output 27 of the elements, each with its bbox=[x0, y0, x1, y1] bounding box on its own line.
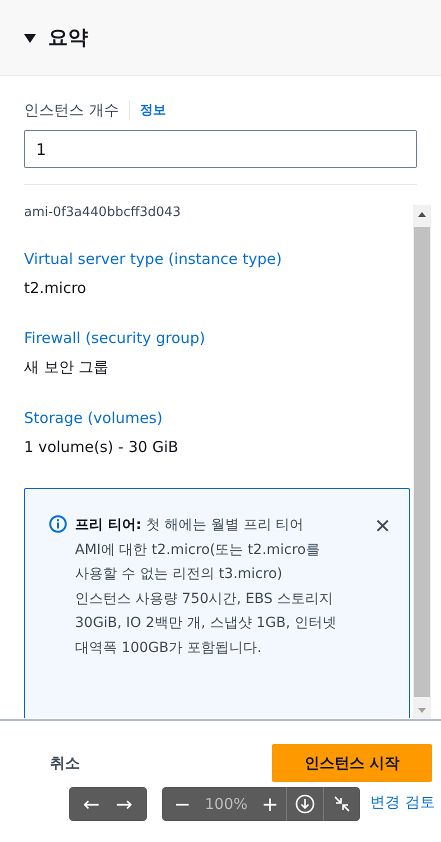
download-icon bbox=[295, 794, 316, 814]
scrollbar[interactable] bbox=[413, 205, 431, 719]
info-link[interactable]: 정보 bbox=[140, 101, 166, 119]
detail-value: t2.micro bbox=[24, 279, 88, 297]
scroll-up-icon[interactable] bbox=[418, 212, 426, 216]
cancel-button[interactable]: 취소 bbox=[44, 750, 86, 776]
detail-label: Virtual server type (instance type) bbox=[24, 250, 283, 268]
close-button[interactable]: ✕ bbox=[370, 513, 395, 539]
section-title: 요약 bbox=[48, 24, 88, 51]
free-tier-message: 프리 티어: 첫 해에는 월별 프리 티어 AMI에 대한 t2.micro(또는 t2.micro를 사용할 수 없는 리전의 t3.micro) 인스턴스 사용량 750시간, EBS 스토리지 30GiB, IO 2백만 개, 스냅샷 1GB, 인터넷 대역폭 100GB가 포함됩니다. bbox=[75, 516, 337, 658]
info-icon bbox=[49, 515, 67, 533]
zoom-level: 100% bbox=[204, 795, 249, 813]
instance-count-field[interactable]: 1 bbox=[24, 130, 417, 168]
zoom-in-button[interactable]: + bbox=[254, 787, 286, 821]
collapse-icon bbox=[332, 794, 352, 814]
detail-value: 새 보안 그룹 bbox=[24, 358, 110, 377]
detail-label: Storage (volumes) bbox=[24, 409, 164, 427]
review-changes-link[interactable]: 변경 검토 bbox=[370, 793, 435, 812]
zoom-out-button[interactable]: − bbox=[166, 787, 199, 821]
launch-instance-button[interactable]: 인스턴스 시작 bbox=[272, 744, 432, 782]
back-button[interactable]: ← bbox=[75, 787, 108, 821]
detail-label: Firewall (security group) bbox=[24, 329, 206, 347]
field-label: 인스턴스 개수 bbox=[24, 100, 119, 120]
caret-down-icon[interactable] bbox=[24, 32, 36, 42]
forward-button[interactable]: → bbox=[108, 787, 141, 821]
ami-id: ami-0f3a440bbcff3d043 bbox=[24, 205, 182, 220]
detail-value: 1 volume(s) - 30 GiB bbox=[24, 438, 180, 456]
